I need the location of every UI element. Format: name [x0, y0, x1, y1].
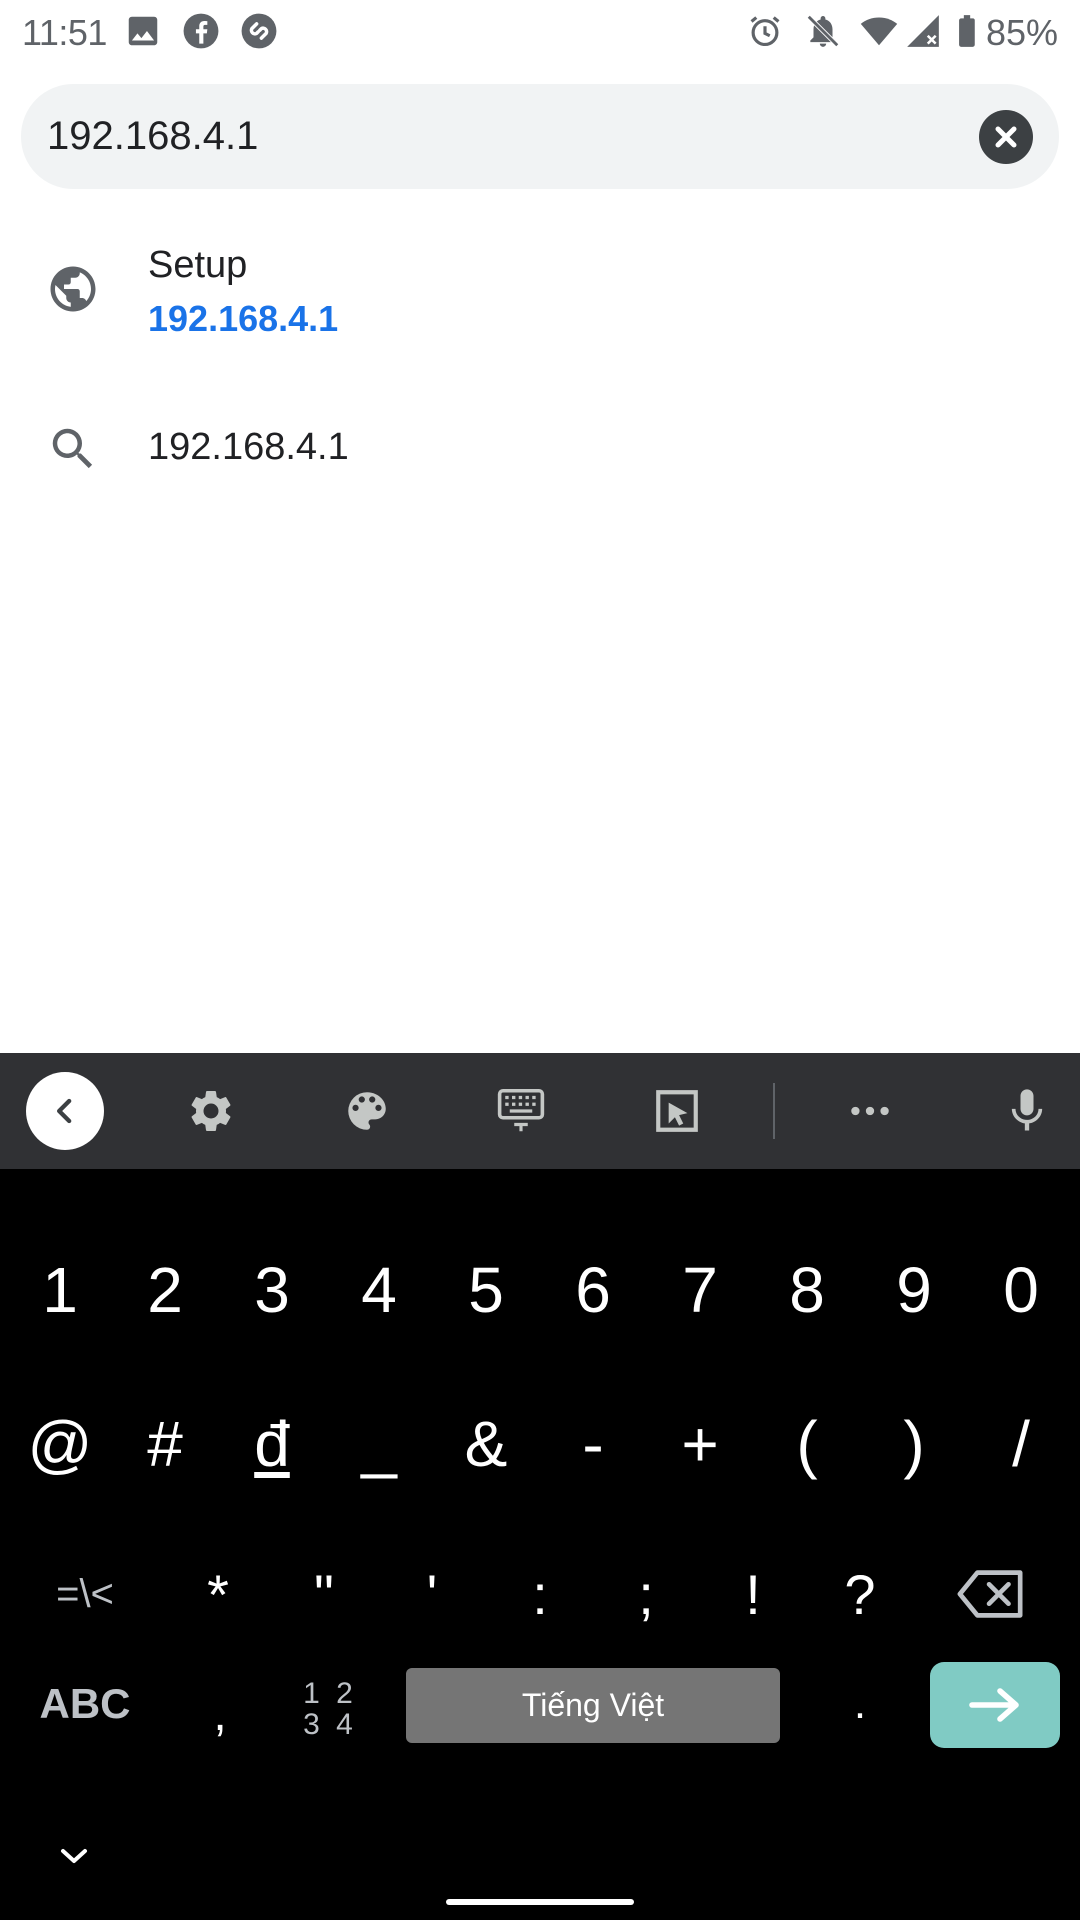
key[interactable]: : — [500, 1539, 580, 1649]
home-indicator[interactable] — [446, 1899, 634, 1905]
battery-icon — [959, 15, 975, 47]
suggestion-title: 192.168.4.1 — [148, 426, 349, 468]
url-input[interactable] — [47, 84, 947, 189]
keyboard-layout-button[interactable] — [476, 1053, 566, 1169]
key[interactable]: ! — [713, 1539, 793, 1649]
key[interactable]: 6 — [553, 1235, 633, 1345]
backspace-icon — [957, 1570, 1023, 1618]
image-icon — [128, 16, 158, 46]
chevron-left-icon — [57, 1098, 72, 1124]
wifi-icon — [860, 17, 898, 46]
alarm-icon — [750, 16, 780, 47]
globe-icon — [50, 266, 96, 312]
theme-button[interactable] — [322, 1053, 412, 1169]
key[interactable]: @ — [20, 1389, 100, 1499]
key[interactable]: ; — [606, 1539, 686, 1649]
battery-percent: 85% — [985, 12, 1058, 53]
suggestion-item[interactable]: 192.168.4.1 — [0, 400, 1080, 500]
voice-input-button[interactable] — [982, 1053, 1072, 1169]
status-bar: 11:51 85% — [0, 0, 1080, 66]
comma-key[interactable]: , — [180, 1659, 260, 1769]
key[interactable]: ? — [820, 1539, 900, 1649]
suggestion-title: Setup — [148, 244, 248, 286]
key[interactable]: 1 — [20, 1235, 100, 1345]
key[interactable]: & — [446, 1389, 526, 1499]
suggestion-item[interactable]: Setup 192.168.4.1 — [0, 230, 1080, 360]
clear-input-button[interactable] — [979, 110, 1033, 164]
key[interactable]: " — [284, 1539, 364, 1649]
period-key[interactable]: . — [820, 1649, 900, 1759]
more-options-button[interactable] — [825, 1053, 915, 1169]
key[interactable]: 4 — [339, 1235, 419, 1345]
notifications-off-icon — [807, 15, 839, 47]
key[interactable]: # — [125, 1389, 205, 1499]
numpad-label-bottom: 3 4 — [303, 1708, 357, 1741]
settings-button[interactable] — [166, 1053, 256, 1169]
more-icon — [851, 1106, 889, 1116]
close-icon — [995, 126, 1017, 148]
arrow-right-icon — [969, 1688, 1019, 1722]
backspace-key[interactable] — [946, 1539, 1036, 1649]
space-key[interactable]: Tiếng Việt — [406, 1668, 780, 1743]
suggestion-url: 192.168.4.1 — [148, 298, 339, 339]
palette-icon — [348, 1092, 386, 1130]
key[interactable]: 2 — [125, 1235, 205, 1345]
hide-keyboard-button[interactable] — [44, 1831, 104, 1881]
key[interactable]: 8 — [767, 1235, 847, 1345]
key[interactable]: _ — [339, 1389, 419, 1499]
key[interactable]: ' — [392, 1539, 472, 1649]
one-handed-button[interactable] — [632, 1053, 722, 1169]
keyboard: 1 2 3 4 5 6 7 8 9 0 @ # đ _ & - + ( ) / … — [0, 1169, 1080, 1920]
more-symbols-key[interactable]: =\< — [30, 1539, 140, 1649]
key[interactable]: 9 — [874, 1235, 954, 1345]
key[interactable]: 5 — [446, 1235, 526, 1345]
key[interactable]: 3 — [232, 1235, 312, 1345]
key[interactable]: ( — [767, 1389, 847, 1499]
key[interactable]: 7 — [660, 1235, 740, 1345]
search-icon — [52, 428, 93, 469]
key[interactable]: + — [660, 1389, 740, 1499]
chevron-down-icon — [61, 1849, 87, 1863]
key[interactable]: 0 — [981, 1235, 1061, 1345]
gear-icon — [191, 1091, 231, 1131]
key[interactable]: * — [178, 1539, 258, 1649]
keyboard-toolbar — [0, 1053, 1080, 1169]
toolbar-divider — [773, 1083, 775, 1139]
key[interactable]: / — [981, 1389, 1061, 1499]
status-time: 11:51 — [22, 12, 107, 53]
go-key[interactable] — [930, 1662, 1060, 1748]
key[interactable]: - — [553, 1389, 633, 1499]
collapse-toolbar-button[interactable] — [26, 1072, 104, 1150]
keyboard-icon — [497, 1088, 545, 1132]
one-handed-icon — [656, 1090, 698, 1132]
key[interactable]: đ — [232, 1389, 312, 1499]
key[interactable]: ) — [874, 1389, 954, 1499]
url-bar[interactable] — [21, 84, 1059, 189]
numpad-key[interactable]: 1 2 3 4 — [280, 1659, 380, 1759]
shazam-icon — [241, 13, 277, 49]
abc-key[interactable]: ABC — [30, 1649, 140, 1759]
mic-icon — [1011, 1089, 1043, 1131]
numpad-label-top: 1 2 — [303, 1676, 357, 1710]
facebook-icon — [183, 13, 219, 49]
signal-icon — [907, 15, 939, 47]
